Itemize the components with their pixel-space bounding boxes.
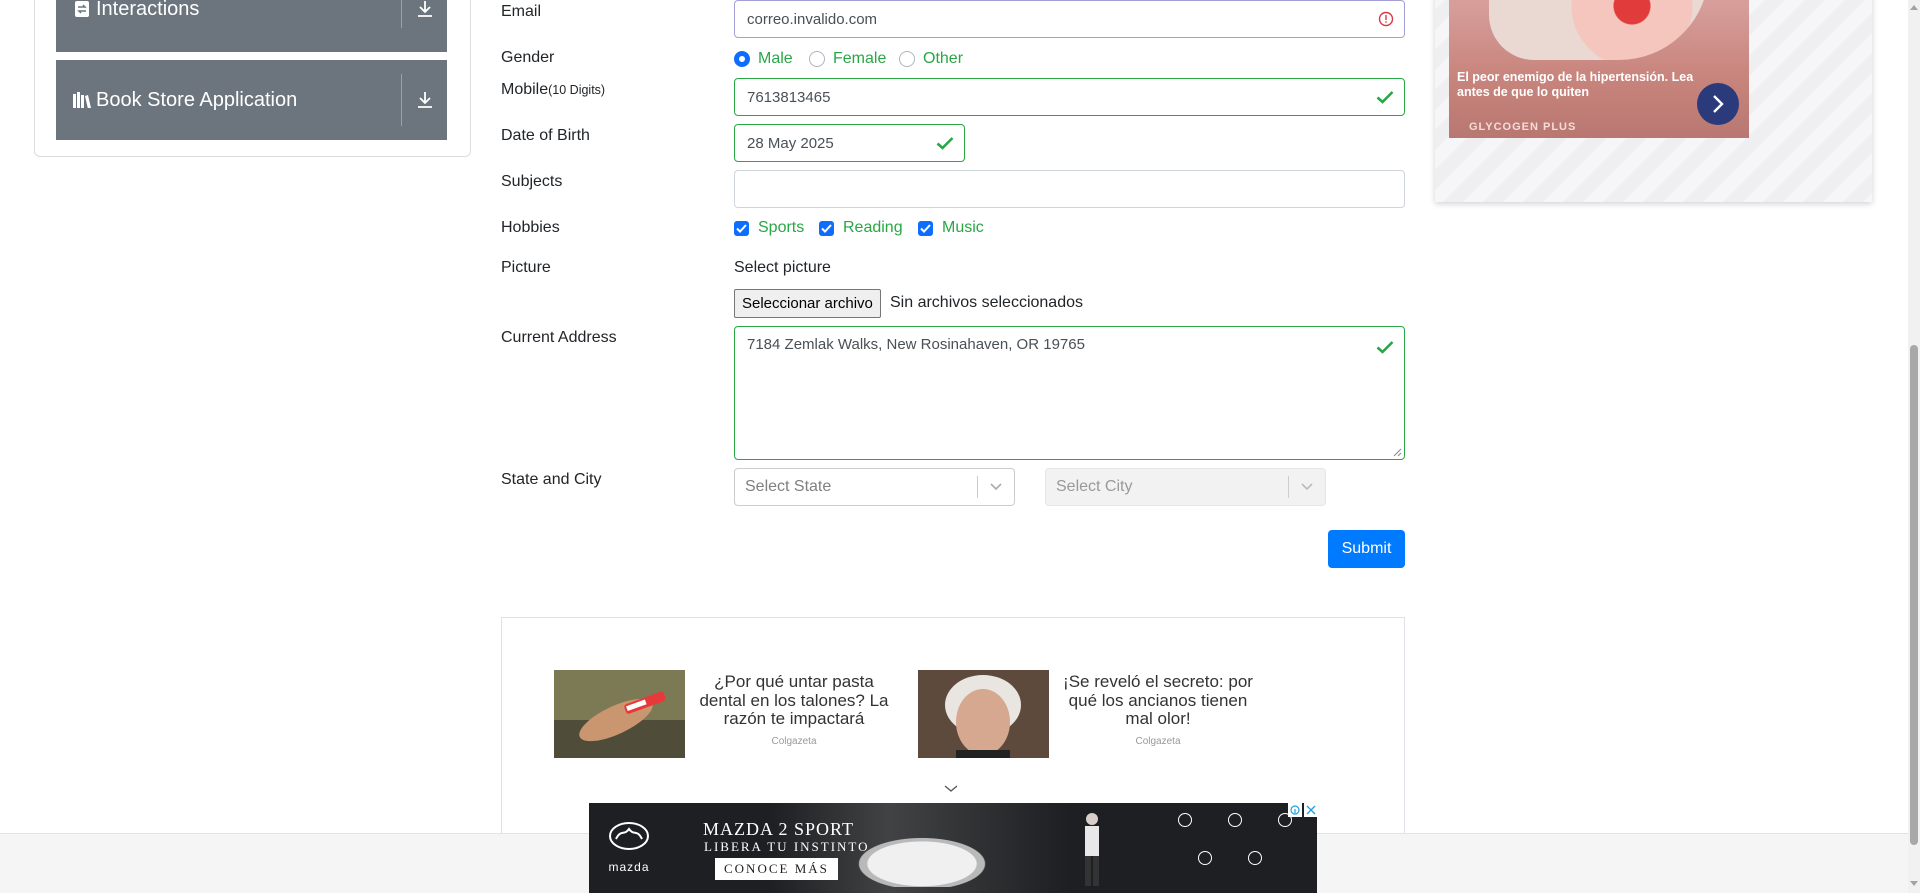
chevron-down-icon[interactable]	[978, 483, 1014, 491]
person-image	[1085, 813, 1099, 886]
gender-radio-female[interactable]: Female	[809, 50, 886, 68]
ad-controls	[1288, 803, 1318, 817]
dob-label: Date of Birth	[501, 127, 590, 144]
native-ad-brand: Colgazeta	[1135, 736, 1181, 747]
city-placeholder: Select City	[1056, 478, 1133, 495]
hobbies-label: Hobbies	[501, 219, 560, 236]
interactions-icon	[73, 1, 91, 17]
hobby-checkbox-reading[interactable]: Reading	[819, 219, 903, 237]
menu-group-interactions[interactable]: Interactions	[56, 0, 447, 52]
address-value: 7184 Zemlak Walks, New Rosinahaven, OR 1…	[747, 336, 1085, 353]
dob-value: 28 May 2025	[747, 134, 834, 152]
ad-thumbnail-elderly-woman[interactable]	[918, 670, 1049, 758]
ad-text: El peor enemigo de la hipertensión. Lea …	[1457, 70, 1694, 99]
email-field[interactable]: correo.invalido.com	[734, 0, 1405, 38]
check-icon	[1376, 90, 1394, 104]
download-icon[interactable]	[402, 0, 447, 18]
gender-radio-other[interactable]: Other	[899, 50, 963, 68]
email-value: correo.invalido.com	[747, 10, 878, 28]
hobby-checkbox-music[interactable]: Music	[918, 219, 984, 237]
book-icon	[73, 92, 91, 108]
car-image	[837, 829, 1007, 887]
banner-headline: MAZDA 2 SPORT	[703, 819, 854, 839]
radio-label: Other	[923, 50, 964, 67]
address-label: Current Address	[501, 329, 617, 346]
checkbox[interactable]	[734, 220, 749, 236]
date-of-birth-input[interactable]: 28 May 2025	[734, 124, 965, 162]
mobile-sublabel: (10 Digits)	[548, 83, 606, 97]
mazda-logo: mazda	[599, 821, 659, 874]
scrollbar[interactable]	[1908, 0, 1920, 893]
state-select[interactable]: Select State	[734, 468, 1015, 506]
picture-label: Picture	[501, 259, 551, 276]
mobile-field[interactable]: 7613813465	[734, 78, 1405, 116]
native-ad-brand: Colgazeta	[771, 736, 817, 747]
submit-button[interactable]: Submit	[1328, 530, 1405, 568]
menu-group-label: Interactions	[96, 0, 200, 20]
right-ad[interactable]: El peor enemigo de la hipertensión. Lea …	[1449, 0, 1749, 138]
feature-icon	[1166, 813, 1204, 843]
scroll-thumb[interactable]	[1910, 345, 1918, 845]
feature-icon	[1266, 813, 1304, 843]
radio-circle[interactable]	[734, 51, 750, 67]
radio-label: Female	[833, 50, 887, 67]
arrow-right-icon[interactable]	[1697, 83, 1739, 125]
feature-icon	[1236, 851, 1274, 881]
menu-group-label: Book Store Application	[96, 88, 298, 111]
checkbox[interactable]	[918, 220, 933, 236]
state-placeholder: Select State	[745, 478, 832, 495]
checkbox-label: Sports	[758, 219, 805, 236]
select-picture-label: Select picture	[734, 259, 831, 276]
radio-circle[interactable]	[809, 51, 825, 67]
mobile-value: 7613813465	[747, 88, 831, 106]
mobile-label: Mobile(10 Digits)	[501, 81, 605, 99]
native-ad-title[interactable]: ¿Por qué untar pasta dental en los talon…	[689, 672, 899, 729]
radio-circle[interactable]	[899, 51, 915, 67]
ad-thumbnail-foot[interactable]	[554, 670, 685, 758]
ad-brand: GLYCOGEN PLUS	[1469, 121, 1577, 133]
scroll-down-icon[interactable]	[1910, 880, 1918, 888]
subjects-input[interactable]	[734, 170, 1405, 208]
check-icon	[1376, 340, 1394, 354]
ad-image	[1489, 0, 1709, 60]
checkbox-label: Reading	[843, 219, 903, 236]
feature-icon	[1186, 851, 1224, 881]
feature-icon	[1216, 813, 1254, 843]
native-ad-title[interactable]: ¡Se reveló el secreto: por qué los ancia…	[1053, 672, 1263, 729]
email-label: Email	[501, 3, 542, 20]
file-status: Sin archivos seleccionados	[890, 294, 1083, 311]
adchoices-icon[interactable]	[1288, 803, 1302, 817]
checkbox[interactable]	[819, 220, 834, 236]
current-address-textarea[interactable]: 7184 Zemlak Walks, New Rosinahaven, OR 1…	[734, 326, 1405, 460]
radio-label: Male	[758, 50, 793, 67]
chevron-down-icon[interactable]	[944, 785, 958, 793]
scroll-up-icon[interactable]	[1910, 3, 1918, 11]
banner-brand: mazda	[608, 860, 650, 874]
close-icon[interactable]	[1304, 803, 1318, 817]
subjects-label: Subjects	[501, 173, 563, 190]
gender-label: Gender	[501, 49, 555, 66]
gender-radio-male[interactable]: Male	[734, 50, 793, 68]
menu-group-book-store[interactable]: Book Store Application	[56, 60, 447, 140]
download-icon[interactable]	[402, 91, 447, 109]
hobby-checkbox-sports[interactable]: Sports	[734, 219, 804, 237]
city-select[interactable]: Select City	[1045, 468, 1326, 506]
mobile-label-text: Mobile	[501, 81, 549, 98]
chevron-down-icon[interactable]	[1289, 483, 1325, 491]
check-icon	[936, 136, 954, 150]
resize-handle-icon[interactable]	[1393, 448, 1402, 457]
state-city-label: State and City	[501, 471, 602, 488]
choose-file-button[interactable]: Seleccionar archivo	[734, 289, 881, 318]
checkbox-label: Music	[942, 219, 984, 236]
banner-cta-button[interactable]: CONOCE MÁS	[715, 858, 838, 880]
error-icon	[1378, 11, 1394, 27]
banner-ad[interactable]: mazda MAZDA 2 SPORT LIBERA TU INSTINTO C…	[589, 803, 1317, 893]
